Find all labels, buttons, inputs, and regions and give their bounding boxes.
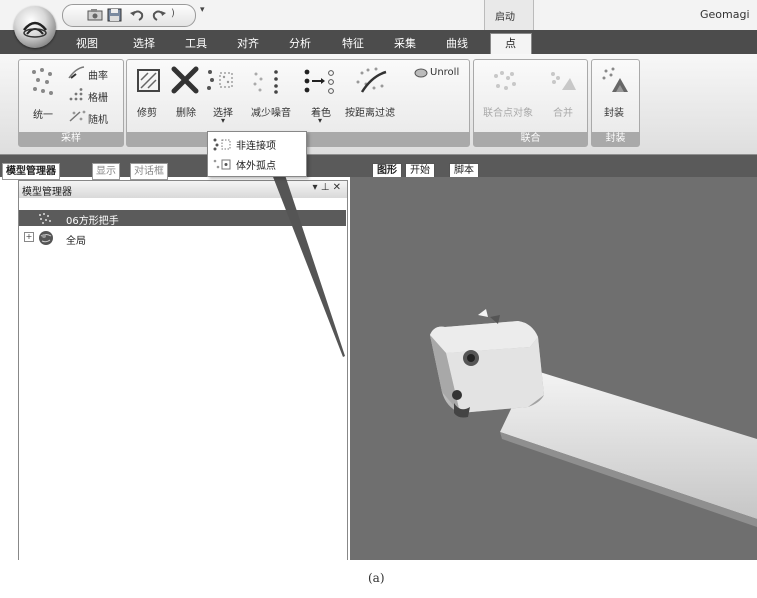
delete-label[interactable]: 删除 xyxy=(176,104,196,119)
color-dropdown-icon[interactable]: ▾ xyxy=(318,116,322,125)
capture-icon[interactable] xyxy=(87,8,103,22)
delete-icon[interactable] xyxy=(171,66,199,94)
graphics-viewport[interactable] xyxy=(350,177,757,560)
uniform-label[interactable]: 统一 xyxy=(33,106,53,121)
distance-filter-label[interactable]: 按距离过滤 xyxy=(345,104,395,119)
menu-item-outliers[interactable]: 体外孤点 xyxy=(208,154,306,174)
wrap-icon[interactable] xyxy=(600,66,630,96)
point-cloud-icon xyxy=(39,213,51,224)
tree-item-label: 06方形把手 xyxy=(66,216,119,227)
menu-item-disconnected-label: 非连接项 xyxy=(236,141,276,152)
figure-caption: (a) xyxy=(368,571,385,585)
tab-view[interactable]: 视图 xyxy=(76,35,98,51)
disconnected-points-icon xyxy=(213,138,231,151)
tab-graphics[interactable]: 图形 xyxy=(372,163,402,178)
undo-icon[interactable] xyxy=(129,8,145,22)
union-objects-label[interactable]: 联合点对象 xyxy=(483,104,533,119)
tree-item-selected[interactable]: 06方形把手 xyxy=(19,210,346,227)
curvature-label[interactable]: 曲率 xyxy=(88,67,108,82)
union-objects-icon[interactable] xyxy=(492,70,520,96)
quick-access-toolbar: ) xyxy=(62,4,196,27)
random-label[interactable]: 随机 xyxy=(88,111,108,126)
select-points-icon[interactable] xyxy=(206,68,238,96)
trim-label[interactable]: 修剪 xyxy=(137,104,157,119)
group-sampling-label: 采样 xyxy=(19,132,123,146)
outlier-points-icon xyxy=(213,159,231,170)
tab-model-manager[interactable]: 模型管理器 xyxy=(2,163,60,180)
tab-analyze[interactable]: 分析 xyxy=(289,35,311,51)
expand-icon[interactable]: + xyxy=(24,232,34,242)
panel-controls-icon[interactable]: ▾ ⊥ ✕ xyxy=(313,182,341,193)
tab-curves[interactable]: 曲线 xyxy=(446,35,468,51)
tab-select[interactable]: 选择 xyxy=(133,35,155,51)
uniform-sample-icon[interactable] xyxy=(30,66,56,100)
window-title: Geomagi xyxy=(700,8,750,21)
tab-points[interactable]: 点 xyxy=(505,35,516,51)
globe-icon xyxy=(39,231,53,245)
handle-3d-model xyxy=(430,309,757,527)
group-wrap-label: 封装 xyxy=(592,132,639,146)
random-sample-icon[interactable] xyxy=(68,109,86,123)
tab-tools[interactable]: 工具 xyxy=(185,35,207,51)
reduce-noise-icon[interactable] xyxy=(250,68,284,96)
save-icon[interactable] xyxy=(107,8,123,22)
trim-icon[interactable] xyxy=(136,68,162,94)
unroll-label[interactable]: Unroll xyxy=(430,67,459,78)
tab-start[interactable]: 开始 xyxy=(405,163,435,178)
tree-item-global[interactable]: + 全局 xyxy=(24,230,324,247)
tab-align[interactable]: 对齐 xyxy=(237,35,259,51)
select-dropdown-menu: 非连接项 体外孤点 xyxy=(207,131,307,177)
color-points-icon[interactable] xyxy=(303,68,337,96)
model-manager-title: 模型管理器 xyxy=(22,187,72,198)
wrap-label[interactable]: 封装 xyxy=(604,104,624,119)
group-union-label: 联合 xyxy=(474,132,587,146)
ribbon-tab-strip xyxy=(0,30,757,54)
tab-script[interactable]: 脚本 xyxy=(449,163,479,178)
qat-customize-icon[interactable]: ▾ xyxy=(200,5,210,19)
curvature-icon[interactable] xyxy=(68,66,86,80)
merge-icon[interactable] xyxy=(548,68,578,96)
menu-item-disconnected[interactable]: 非连接项 xyxy=(208,134,306,154)
tab-display[interactable]: 显示 xyxy=(92,163,120,180)
grid-label[interactable]: 格栅 xyxy=(88,89,108,104)
reduce-noise-label[interactable]: 减少噪音 xyxy=(251,104,291,119)
tab-dialog[interactable]: 对话框 xyxy=(130,163,168,180)
distance-filter-icon[interactable] xyxy=(354,66,390,96)
application-button[interactable] xyxy=(14,6,56,48)
unroll-icon[interactable] xyxy=(414,68,428,78)
grid-icon[interactable] xyxy=(68,88,86,102)
select-dropdown-icon[interactable]: ▾ xyxy=(221,116,225,125)
merge-label[interactable]: 合并 xyxy=(553,104,573,119)
qat-separator: ) xyxy=(171,8,175,19)
tab-capture[interactable]: 采集 xyxy=(394,35,416,51)
tab-features[interactable]: 特征 xyxy=(342,35,364,51)
tree-item-label: 全局 xyxy=(66,236,86,247)
model-manager-body xyxy=(18,198,348,560)
menu-item-outliers-label: 体外孤点 xyxy=(236,161,276,172)
context-group-label: 启动 xyxy=(495,12,515,23)
redo-icon[interactable] xyxy=(151,8,167,22)
model-manager-header: 模型管理器 ▾ ⊥ ✕ xyxy=(18,180,348,199)
context-tab-group: 启动 xyxy=(484,0,534,30)
app-logo-icon xyxy=(23,21,47,38)
